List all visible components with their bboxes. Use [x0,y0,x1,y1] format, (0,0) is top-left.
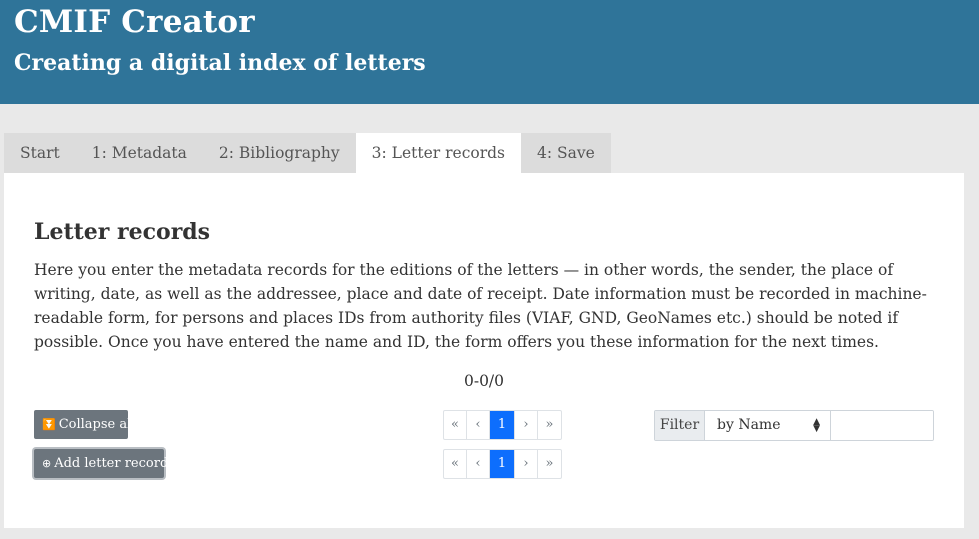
letter-records-panel: Letter records Here you enter the metada… [4,173,964,528]
filter-type-select[interactable]: by Name ▲ ▼ [705,411,831,440]
page-next-button[interactable]: › [515,411,538,439]
filter-label: Filter [655,411,705,440]
page-next-button[interactable]: › [515,450,538,478]
pagination-bottom: « ‹ 1 › » [443,449,562,479]
collapse-all-label: Collapse all [58,417,136,432]
page-current-button[interactable]: 1 [490,450,515,478]
tab-bibliography[interactable]: 2: Bibliography [202,133,356,173]
filter-input[interactable] [831,411,933,440]
tab-save[interactable]: 4: Save [521,133,611,173]
page-current-button[interactable]: 1 [490,411,515,439]
page-first-button[interactable]: « [444,411,467,439]
filter-group: Filter by Name ▲ ▼ [654,410,934,441]
section-description: Here you enter the metadata records for … [34,261,927,351]
page-last-button[interactable]: » [538,411,561,439]
page-last-button[interactable]: » [538,450,561,478]
add-letter-record-button[interactable]: ⊕ Add letter record [34,449,168,478]
record-counter: 0-0/0 [463,372,505,390]
sort-caret-icon: ▲ ▼ [813,417,820,434]
double-chevron-down-icon: ⏬ [42,418,56,431]
plus-circle-icon: ⊕ [42,457,52,470]
wizard-tabs: Start 1: Metadata 2: Bibliography 3: Let… [4,133,611,173]
page-prev-button[interactable]: ‹ [467,411,490,439]
app-subtitle: Creating a digital index of letters [14,50,426,76]
pagination-top: « ‹ 1 › » [443,410,562,440]
filter-type-value: by Name [717,417,781,433]
page-prev-button[interactable]: ‹ [467,450,490,478]
app-header: CMIF Creator Creating a digital index of… [0,0,979,104]
section-heading: Letter records [34,219,211,245]
app-title: CMIF Creator [14,4,255,40]
tab-metadata[interactable]: 1: Metadata [75,133,203,173]
tab-start[interactable]: Start [4,133,76,173]
collapse-all-button[interactable]: ⏬ Collapse all [34,410,135,439]
tab-letter-records[interactable]: 3: Letter records [355,133,521,173]
page-first-button[interactable]: « [444,450,467,478]
add-letter-record-label: Add letter record [54,456,169,471]
